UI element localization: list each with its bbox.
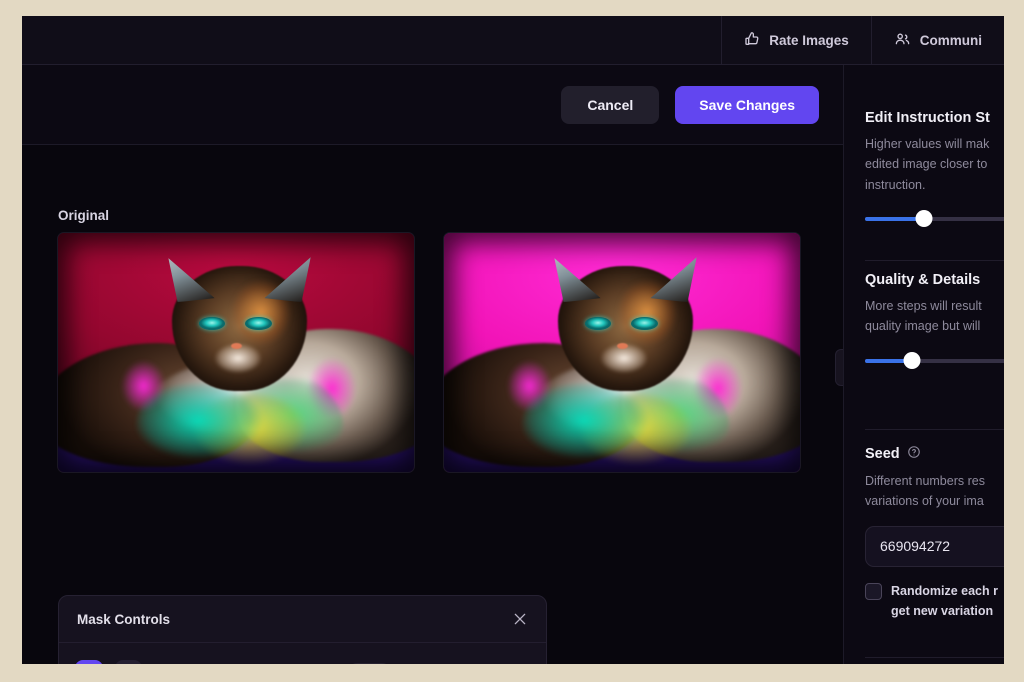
edit-strength-slider[interactable] [865, 209, 1004, 227]
section-seed: Seed Different numbers res variations of… [865, 445, 1004, 622]
top-navigation-bar: Rate Images Communi [22, 16, 1004, 65]
mask-controls-toolbar: 12 [59, 643, 546, 664]
randomize-seed-checkbox[interactable] [865, 582, 882, 600]
randomize-seed-label: Randomize each r get new variation [891, 583, 998, 619]
thumbs-up-icon [744, 31, 760, 50]
section-title: Quality & Details [865, 272, 981, 288]
nav-item-rate-images-label: Rate Images [769, 32, 849, 48]
delete-mask-button[interactable] [505, 661, 530, 664]
invert-mask-button[interactable] [406, 661, 431, 664]
section-quality-details: Quality & Details More steps will result… [865, 272, 1004, 369]
editor-action-bar: Cancel Save Changes [22, 65, 843, 145]
original-image[interactable] [58, 233, 414, 472]
brush-tool[interactable] [75, 659, 103, 664]
nav-item-community[interactable]: Communi [870, 16, 1004, 64]
help-circle-icon[interactable] [907, 445, 921, 463]
undo-arrow-icon [446, 663, 465, 664]
eraser-tool[interactable] [114, 659, 143, 664]
image-editor-app: Rate Images Communi Cancel Save Changes [22, 16, 1004, 664]
edited-image[interactable] [444, 233, 800, 472]
nav-item-rate-images[interactable]: Rate Images [721, 16, 871, 64]
mask-controls-panel: Mask Controls [58, 595, 547, 664]
original-image-label: Original [58, 208, 110, 223]
section-divider-2 [865, 429, 1004, 430]
trash-icon [509, 664, 527, 665]
invert-mask-icon [410, 664, 428, 665]
section-title: Edit Instruction St [865, 110, 990, 126]
settings-panel: Edit Instruction St Higher values will m… [843, 65, 1004, 664]
randomize-seed-row: Randomize each r get new variation [865, 581, 1004, 622]
screenshot-frame: Rate Images Communi Cancel Save Changes [0, 0, 1024, 682]
original-cat-artwork [58, 233, 414, 472]
seed-input[interactable] [865, 525, 1004, 567]
seed-description: Different numbers res variations of your… [865, 474, 985, 509]
quality-steps-slider-thumb[interactable] [903, 351, 920, 369]
community-people-icon [894, 31, 911, 50]
mask-controls-title: Mask Controls [77, 611, 171, 627]
nav-item-community-label: Communi [919, 32, 982, 48]
undo-button[interactable] [443, 661, 468, 664]
section-description: More steps will result quality image but… [865, 299, 982, 334]
section-edit-instruction-strength: Edit Instruction St Higher values will m… [865, 110, 1004, 227]
edit-strength-slider-thumb[interactable] [915, 209, 932, 227]
brush-size-value[interactable]: 12 [344, 662, 395, 664]
close-icon[interactable] [512, 611, 528, 627]
section-divider-1 [865, 260, 1004, 261]
save-changes-button[interactable]: Save Changes [675, 85, 819, 124]
seed-title-row: Seed [865, 445, 1004, 463]
seed-title: Seed [865, 446, 900, 462]
mask-controls-header: Mask Controls [59, 596, 546, 643]
edited-cat-artwork [444, 233, 800, 472]
cancel-button[interactable]: Cancel [561, 85, 660, 124]
section-description: Higher values will mak edited image clos… [865, 137, 990, 192]
image-compare-canvas: Original Mask Controls [22, 146, 864, 664]
quality-steps-slider[interactable] [865, 351, 1004, 369]
section-divider-3 [865, 657, 1004, 658]
